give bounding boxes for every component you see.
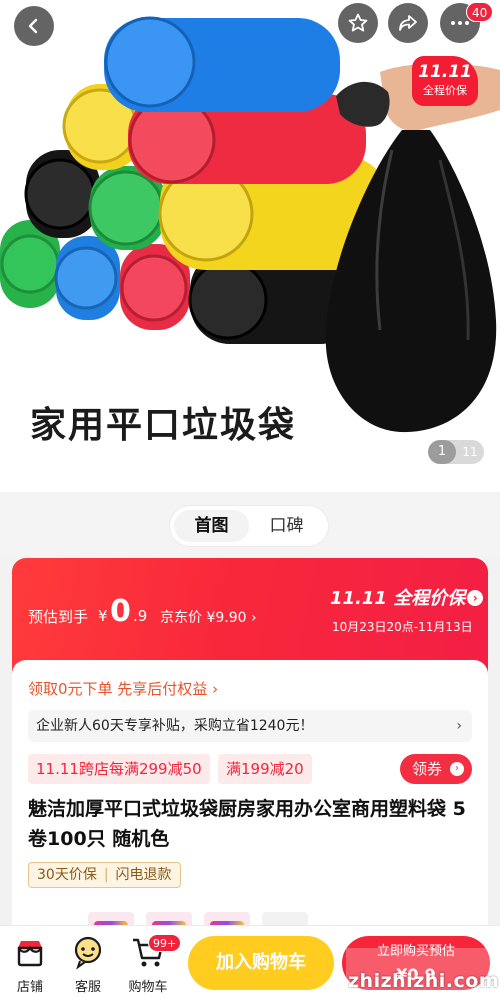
product-info-card: 领取0元下单 先享后付权益 › 企业新人60天专享补贴，采购立省1240元！ ›… (12, 660, 488, 940)
tab-reviews[interactable]: 口碑 (249, 510, 324, 542)
store-icon (17, 941, 43, 967)
watermark: zhizhizhi.com (346, 948, 500, 994)
claim-coupon-label: 领券 (412, 760, 443, 778)
subsidy-text: 企业新人60天专享补贴，采购立省1240元！ (36, 718, 314, 734)
guarantee-price-protect: 30天价保 (37, 867, 97, 883)
promo-sticker-subtitle: 全程价保 (423, 84, 467, 97)
image-total: 11 (462, 445, 478, 459)
service-guarantee[interactable]: 30天价保 | 闪电退款 (28, 862, 181, 888)
customer-service-button[interactable]: 客服 (60, 932, 116, 996)
chevron-right-icon: › (467, 590, 484, 606)
back-button[interactable] (14, 6, 54, 46)
price-banner: 预估到手 ¥ 0 .9 京东价 ¥9.90 › 11.11 全程价保 › 10月2… (12, 558, 488, 674)
favorite-button[interactable] (338, 3, 378, 43)
back-arrow-icon (28, 18, 38, 34)
cart-label: 购物车 (128, 980, 168, 995)
enterprise-subsidy-bar[interactable]: 企业新人60天专享补贴，采购立省1240元！ › (28, 710, 472, 742)
divider: | (103, 867, 109, 883)
price-prefix: 预估到手 (28, 608, 89, 626)
cart-button[interactable]: 99+ 购物车 (120, 932, 182, 996)
share-button[interactable] (388, 3, 428, 43)
add-to-cart-button[interactable]: 加入购物车 (188, 936, 334, 990)
chevron-right-icon: › (456, 718, 462, 734)
image-index: 1 (428, 440, 456, 464)
customer-service-label: 客服 (74, 980, 101, 995)
promo-sticker: 11.11 全程价保 (412, 56, 478, 106)
hero-caption: 家用平口垃圾袋 (30, 405, 297, 446)
product-title: 魅洁加厚平口式垃圾袋厨房家用办公室商用塑料袋 5卷100只 随机色 (28, 798, 466, 850)
claim-coupon-button[interactable]: 领券 › (400, 754, 472, 784)
price-integer: 0 (110, 594, 131, 629)
chevron-right-icon: › (450, 762, 464, 776)
promo-dates: 10月23日20点-11月13日 (332, 620, 473, 634)
jd-price-link[interactable]: 京东价 ¥9.90 › (160, 607, 257, 627)
image-counter: 1 11 (428, 440, 484, 464)
coupon-tag: 11.11跨店每满299减50 (28, 754, 210, 784)
coupon-tag: 满199减20 (218, 754, 312, 784)
price-decimal: .9 (133, 607, 148, 625)
customer-service-icon (74, 936, 102, 970)
product-image-carousel[interactable]: 家用平口垃圾袋 40 11.11 全程价保 1 11 (0, 0, 500, 492)
tabs-area: 首图 口碑 (0, 492, 500, 556)
star-icon (348, 13, 368, 32)
share-icon (399, 15, 417, 31)
message-count-badge: 40 (466, 2, 494, 22)
pay-later-link[interactable]: 领取0元下单 先享后付权益 › (28, 678, 218, 699)
cart-count-badge: 99+ (148, 934, 182, 952)
store-label: 店铺 (16, 980, 43, 995)
watermark-text: zhizhizhi.com (348, 970, 500, 992)
store-button[interactable]: 店铺 (2, 932, 58, 996)
promo-title: 11.11 全程价保 (330, 588, 466, 609)
tab-main-image[interactable]: 首图 (174, 510, 249, 542)
guarantee-fast-refund: 闪电退款 (115, 867, 172, 883)
content-tabs: 首图 口碑 (170, 506, 328, 546)
promo-sticker-title: 11.11 (418, 62, 472, 82)
price-currency: ¥ (98, 607, 108, 625)
